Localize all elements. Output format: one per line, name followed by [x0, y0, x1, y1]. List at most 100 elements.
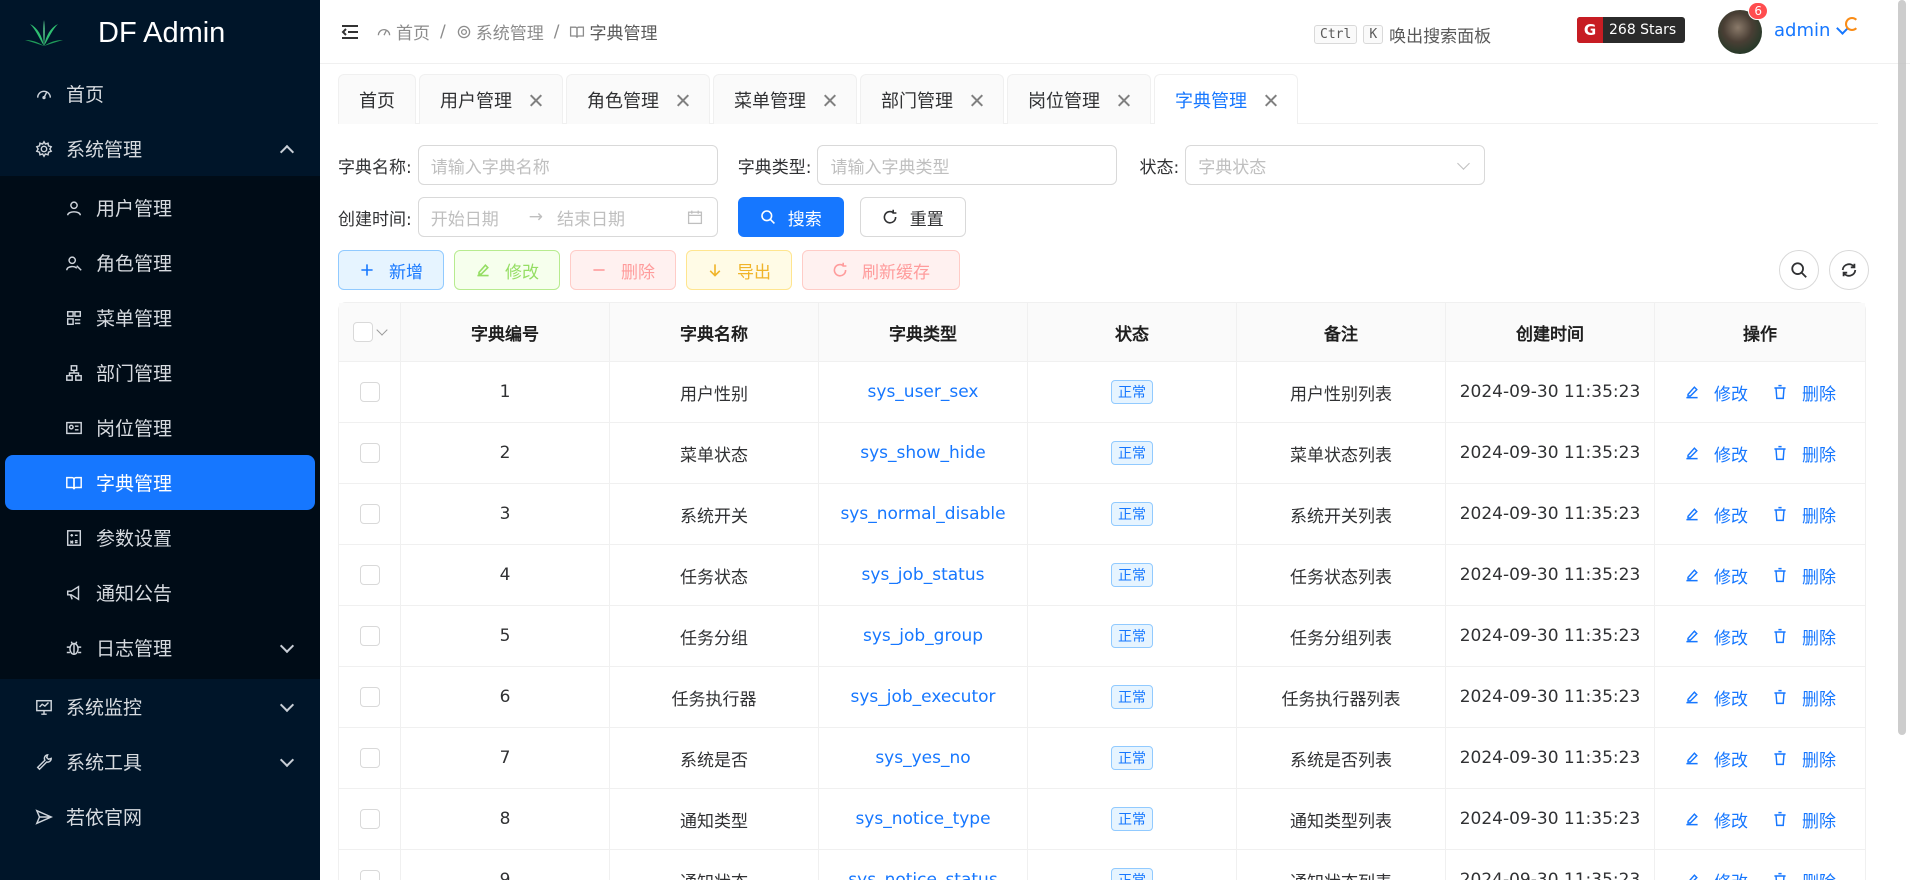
sidebar-item-system[interactable]: 系统管理: [0, 121, 320, 176]
sidebar-item-home[interactable]: 首页: [0, 66, 320, 121]
select-all-checkbox[interactable]: [353, 322, 388, 342]
tab-departments[interactable]: 部门管理: [860, 74, 1004, 124]
user-dropdown[interactable]: admin: [1774, 20, 1850, 41]
column-header[interactable]: 状态: [1028, 303, 1237, 361]
sidebar-item-posts[interactable]: 岗位管理: [0, 400, 320, 455]
tab-dictionary[interactable]: 字典管理: [1154, 74, 1298, 124]
search-shortcut[interactable]: Ctrl K 唤出搜索面板: [1314, 22, 1491, 47]
row-edit-button[interactable]: 修改: [1684, 502, 1748, 527]
tab-roles[interactable]: 角色管理: [566, 74, 710, 124]
status-cell: 正常: [1028, 850, 1237, 880]
sidebar-item-notices[interactable]: 通知公告: [0, 565, 320, 620]
edit-button[interactable]: 修改: [454, 250, 560, 290]
row-checkbox[interactable]: [359, 626, 380, 646]
toggle-search-button[interactable]: [1779, 250, 1819, 290]
add-button[interactable]: 新增: [338, 250, 444, 290]
row-delete-button[interactable]: 删除: [1772, 807, 1836, 832]
reset-button[interactable]: 重置: [859, 197, 966, 237]
dict-type-link[interactable]: sys_notice_type: [855, 809, 990, 829]
button-label: 删除: [1802, 506, 1836, 527]
logo[interactable]: DF Admin: [0, 0, 320, 66]
search-button[interactable]: 搜索: [737, 197, 844, 237]
end-date-input[interactable]: 结束日期: [557, 205, 625, 230]
export-button[interactable]: 导出: [686, 250, 792, 290]
close-icon[interactable]: [1265, 94, 1277, 106]
row-delete-button[interactable]: 删除: [1772, 624, 1836, 649]
sidebar-item-dictionary[interactable]: 字典管理: [5, 455, 315, 510]
row-checkbox[interactable]: [359, 504, 380, 524]
sidebar-item-menus[interactable]: 菜单管理: [0, 290, 320, 345]
refresh-table-button[interactable]: [1829, 250, 1869, 290]
dict-type-link[interactable]: sys_normal_disable: [840, 504, 1005, 524]
row-checkbox[interactable]: [359, 748, 380, 768]
row-delete-button[interactable]: 删除: [1772, 502, 1836, 527]
row-edit-button[interactable]: 修改: [1684, 380, 1748, 405]
tab-label: 菜单管理: [734, 90, 806, 112]
date-range-picker[interactable]: 开始日期 → 结束日期: [417, 197, 718, 237]
breadcrumb-item-home[interactable]: 首页: [376, 19, 430, 44]
row-delete-button[interactable]: 删除: [1772, 685, 1836, 710]
row-edit-button[interactable]: 修改: [1684, 563, 1748, 588]
sidebar-item-tools[interactable]: 系统工具: [0, 734, 320, 789]
row-checkbox[interactable]: [359, 809, 380, 829]
row-delete-button[interactable]: 删除: [1772, 441, 1836, 466]
dict-type-link[interactable]: sys_show_hide: [860, 443, 985, 463]
sidebar-item-params[interactable]: 参数设置: [0, 510, 320, 565]
checkbox[interactable]: [353, 322, 373, 342]
column-header[interactable]: 字典类型: [819, 303, 1028, 361]
stars-badge[interactable]: G 268 Stars: [1577, 17, 1686, 43]
chevron-down-icon[interactable]: [376, 323, 388, 336]
tab-posts[interactable]: 岗位管理: [1007, 74, 1151, 124]
close-icon[interactable]: [971, 94, 983, 106]
sidebar-item-roles[interactable]: 角色管理: [0, 235, 320, 290]
status-select[interactable]: 字典状态: [1185, 145, 1486, 185]
sidebar-item-monitor[interactable]: 系统监控: [0, 679, 320, 734]
dict-type-link[interactable]: sys_notice_status: [848, 870, 997, 880]
row-delete-button[interactable]: 删除: [1772, 868, 1836, 880]
column-header[interactable]: 创建时间: [1446, 303, 1655, 361]
row-checkbox[interactable]: [359, 687, 380, 707]
column-header[interactable]: 备注: [1237, 303, 1446, 361]
dict-name-input[interactable]: 请输入字典名称: [417, 145, 718, 185]
tab-home[interactable]: 首页: [338, 74, 416, 124]
breadcrumb-item-system[interactable]: 系统管理: [456, 19, 544, 44]
row-edit-button[interactable]: 修改: [1684, 807, 1748, 832]
close-icon[interactable]: [824, 94, 836, 106]
refresh-cache-button[interactable]: 刷新缓存: [802, 250, 960, 290]
sidebar-item-logs[interactable]: 日志管理: [0, 620, 320, 675]
row-checkbox[interactable]: [359, 382, 380, 402]
column-header[interactable]: 字典名称: [610, 303, 819, 361]
dict-type-link[interactable]: sys_yes_no: [875, 748, 970, 768]
avatar-wrapper[interactable]: 6: [1718, 2, 1768, 54]
row-edit-button[interactable]: 修改: [1684, 868, 1748, 880]
close-icon[interactable]: [677, 94, 689, 106]
dict-type-link[interactable]: sys_user_sex: [868, 382, 979, 402]
dict-type-link[interactable]: sys_job_executor: [850, 687, 995, 707]
row-checkbox[interactable]: [359, 870, 380, 880]
sidebar-item-departments[interactable]: 部门管理: [0, 345, 320, 400]
row-edit-button[interactable]: 修改: [1684, 746, 1748, 771]
column-header[interactable]: 字典编号: [401, 303, 610, 361]
row-checkbox[interactable]: [359, 443, 380, 463]
dict-type-link[interactable]: sys_job_status: [862, 565, 985, 585]
dict-type-link[interactable]: sys_job_group: [863, 626, 983, 646]
row-checkbox[interactable]: [359, 565, 380, 585]
delete-button[interactable]: 删除: [570, 250, 676, 290]
menu-fold-icon[interactable]: [340, 22, 360, 42]
start-date-input[interactable]: 开始日期: [431, 205, 499, 230]
header: 首页 / 系统管理 / 字典管理 Ctrl K 唤出搜索面板 G 268 Sta…: [320, 0, 1910, 64]
dict-type-input[interactable]: 请输入字典类型: [817, 145, 1118, 185]
row-delete-button[interactable]: 删除: [1772, 380, 1836, 405]
row-edit-button[interactable]: 修改: [1684, 624, 1748, 649]
close-icon[interactable]: [1118, 94, 1130, 106]
sidebar-item-website[interactable]: 若依官网: [0, 789, 320, 844]
row-edit-button[interactable]: 修改: [1684, 441, 1748, 466]
row-edit-button[interactable]: 修改: [1684, 685, 1748, 710]
sidebar-item-users[interactable]: 用户管理: [0, 180, 320, 235]
tab-menus[interactable]: 菜单管理: [713, 74, 857, 124]
page-scrollbar[interactable]: [1898, 0, 1906, 735]
close-icon[interactable]: [530, 94, 542, 106]
tab-users[interactable]: 用户管理: [419, 74, 563, 124]
row-delete-button[interactable]: 删除: [1772, 563, 1836, 588]
row-delete-button[interactable]: 删除: [1772, 746, 1836, 771]
